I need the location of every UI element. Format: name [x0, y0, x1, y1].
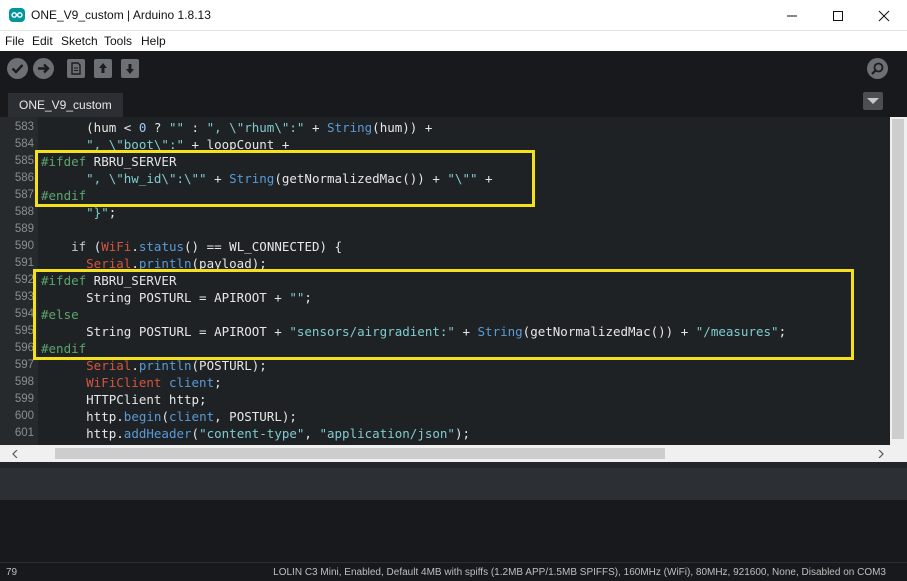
- minimize-button[interactable]: [769, 0, 815, 31]
- code-line[interactable]: 600 http.begin(client, POSTURL);: [0, 408, 890, 425]
- upload-button[interactable]: [33, 58, 54, 79]
- line-number: 597: [14, 359, 34, 371]
- line-number: 591: [14, 257, 34, 269]
- vertical-scrollbar[interactable]: [890, 117, 907, 445]
- code-text: HTTPClient http;: [41, 392, 207, 407]
- code-text: WiFiClient client;: [86, 375, 222, 390]
- tab-bar: ONE_V9_custom: [0, 86, 907, 117]
- window-title: ONE_V9_custom | Arduino 1.8.13: [31, 8, 211, 22]
- line-number: 593: [14, 291, 34, 303]
- code-text: http.begin(client, POSTURL);: [41, 409, 297, 424]
- line-number: 590: [14, 240, 34, 252]
- line-number: 588: [14, 206, 34, 218]
- menu-edit[interactable]: Edit: [32, 34, 53, 48]
- line-number: 587: [14, 189, 34, 201]
- highlight-box-ifdef-hw-id: [35, 150, 535, 207]
- line-number: 599: [14, 393, 34, 405]
- console-message-area: [0, 468, 907, 500]
- horizontal-scroll-thumb[interactable]: [55, 448, 665, 459]
- code-line[interactable]: 598 WiFiClient client;: [0, 374, 890, 391]
- status-bar: 79 LOLIN C3 Mini, Enabled, Default 4MB w…: [0, 562, 907, 581]
- line-number: 592: [14, 274, 34, 286]
- new-button[interactable]: [67, 59, 85, 78]
- scroll-right-icon[interactable]: [878, 450, 884, 458]
- line-number: 596: [14, 342, 34, 354]
- verify-button[interactable]: [7, 58, 28, 79]
- line-number: 598: [14, 376, 34, 388]
- save-icon: [126, 64, 134, 74]
- console-output[interactable]: [0, 500, 907, 562]
- line-number: 586: [14, 172, 34, 184]
- menu-help[interactable]: Help: [141, 34, 166, 48]
- maximize-button[interactable]: [815, 0, 861, 31]
- code-line[interactable]: 601 http.addHeader("content-type", "appl…: [0, 425, 890, 442]
- menu-bar: File Edit Sketch Tools Help: [0, 31, 907, 51]
- open-icon: [99, 63, 107, 73]
- close-button[interactable]: [861, 0, 907, 31]
- verify-icon: [11, 64, 24, 74]
- code-line[interactable]: 589: [0, 221, 890, 238]
- code-text: if (WiFi.status() == WL_CONNECTED) {: [71, 239, 343, 254]
- code-editor[interactable]: 583 (hum < 0 ? "" : ", \"rhum\":" + Stri…: [0, 117, 907, 445]
- highlight-box-ifdef-posturl: [33, 269, 854, 360]
- code-text: http.addHeader("content-type", "applicat…: [41, 426, 471, 441]
- line-number: 595: [14, 325, 34, 337]
- chevron-down-icon: [867, 98, 879, 104]
- menu-file[interactable]: File: [5, 34, 24, 48]
- tab-label: ONE_V9_custom: [19, 98, 112, 112]
- vertical-scroll-thumb[interactable]: [892, 119, 904, 439]
- code-line[interactable]: 590 if (WiFi.status() == WL_CONNECTED) {: [0, 238, 890, 255]
- tab-menu-button[interactable]: [863, 92, 883, 110]
- line-number: 601: [14, 427, 34, 439]
- line-number: 600: [14, 410, 34, 422]
- toolbar: [0, 51, 907, 86]
- new-icon: [71, 62, 81, 75]
- line-number: 584: [14, 138, 34, 150]
- menu-sketch[interactable]: Sketch: [61, 34, 98, 48]
- arduino-logo-icon: [9, 8, 25, 22]
- horizontal-scrollbar[interactable]: [0, 445, 907, 462]
- save-button[interactable]: [121, 59, 139, 78]
- code-text: (hum < 0 ? "" : ", \"rhum\":" + String(h…: [41, 120, 433, 135]
- line-number: 589: [14, 223, 34, 235]
- serial-monitor-icon: [871, 62, 884, 75]
- serial-monitor-button[interactable]: [867, 58, 888, 79]
- tab-sketch[interactable]: ONE_V9_custom: [8, 93, 123, 117]
- upload-icon: [38, 63, 50, 74]
- board-info: LOLIN C3 Mini, Enabled, Default 4MB with…: [273, 567, 886, 578]
- scroll-left-icon[interactable]: [12, 450, 18, 458]
- code-line[interactable]: 599 HTTPClient http;: [0, 391, 890, 408]
- code-line[interactable]: 583 (hum < 0 ? "" : ", \"rhum\":" + Stri…: [0, 119, 890, 136]
- line-number: 585: [14, 155, 34, 167]
- cursor-line-number: 79: [6, 567, 18, 578]
- open-button[interactable]: [94, 59, 112, 78]
- line-number: 583: [14, 121, 34, 133]
- menu-tools[interactable]: Tools: [104, 34, 132, 48]
- line-number: 594: [14, 308, 34, 320]
- title-bar: ONE_V9_custom | Arduino 1.8.13: [0, 0, 907, 31]
